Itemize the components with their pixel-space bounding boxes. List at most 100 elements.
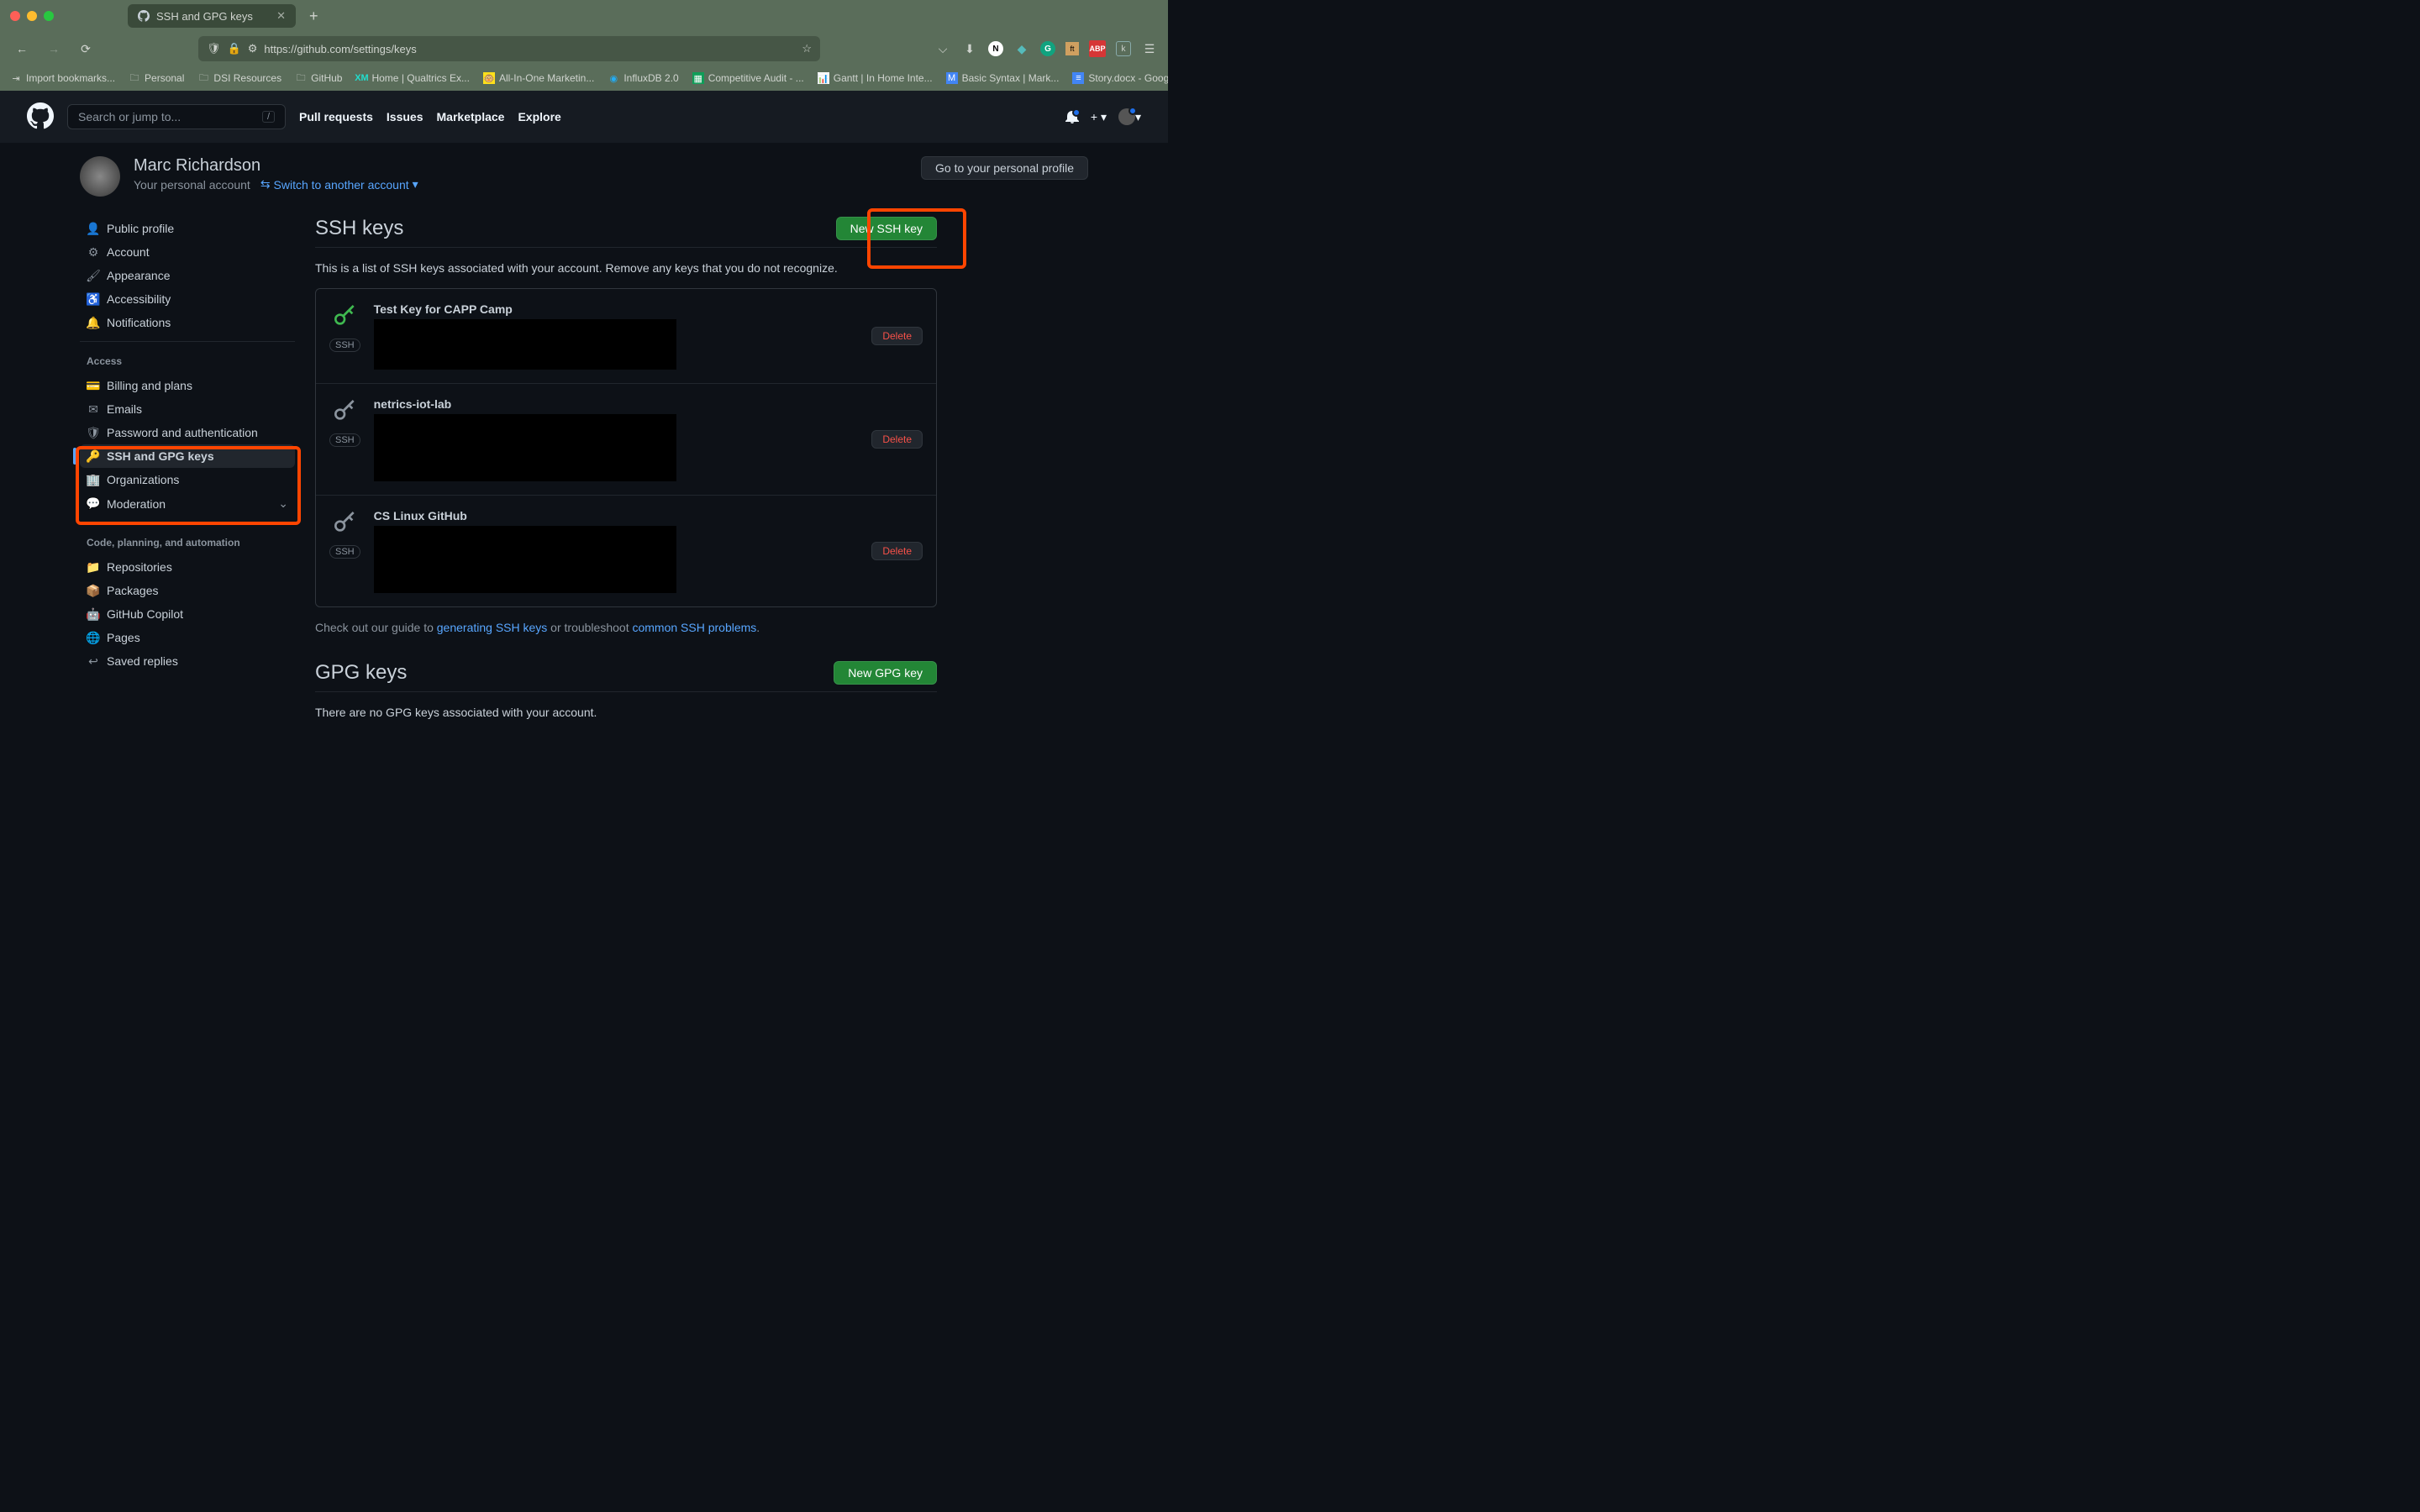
user-menu[interactable]: ▾ (1118, 108, 1141, 125)
generating-keys-link[interactable]: generating SSH keys (437, 621, 548, 634)
bookmarks-bar: ⇥Import bookmarks... 🗀Personal 🗀DSI Reso… (0, 66, 1168, 91)
downloads-icon[interactable]: ⬇ (961, 40, 978, 57)
notifications-icon[interactable] (1065, 110, 1079, 123)
appearance-icon: 🖌 (87, 269, 100, 282)
address-bar[interactable]: 🛡 🔒 ⚙ https://github.com/settings/keys ☆ (198, 36, 820, 61)
bookmark-item[interactable]: ≡Story.docx - Google... (1072, 72, 1168, 84)
bookmark-item[interactable]: MBasic Syntax | Mark... (946, 72, 1060, 84)
sidebar-item-organizations[interactable]: 🏢Organizations (80, 468, 295, 491)
sidebar-item-label: Appearance (107, 269, 171, 282)
key-name: CS Linux GitHub (374, 509, 859, 522)
key-type-badge: SSH (329, 545, 360, 559)
extension-n-icon[interactable]: N (988, 41, 1003, 56)
sidebar-item-billing-and-plans[interactable]: 💳Billing and plans (80, 374, 295, 397)
minimize-window-icon[interactable] (27, 11, 37, 21)
bookmark-item[interactable]: ▦Competitive Audit - ... (692, 72, 804, 84)
sidebar-item-public-profile[interactable]: 👤Public profile (80, 217, 295, 240)
back-button[interactable]: ← (10, 37, 34, 60)
sidebar-item-packages[interactable]: 📦Packages (80, 579, 295, 602)
delete-key-button[interactable]: Delete (871, 430, 923, 449)
sidebar-item-moderation[interactable]: 💬Moderation⌄ (80, 491, 295, 516)
bookmark-item[interactable]: ◉InfluxDB 2.0 (608, 72, 678, 84)
sidebar-item-label: Password and authentication (107, 426, 258, 439)
sidebar-item-ssh-and-gpg-keys[interactable]: 🔑SSH and GPG keys (80, 444, 295, 468)
browser-tab[interactable]: SSH and GPG keys ✕ (128, 4, 296, 28)
sidebar-item-label: Packages (107, 584, 158, 597)
sidebar-item-appearance[interactable]: 🖌 Appearance (80, 264, 295, 287)
new-gpg-key-button[interactable]: New GPG key (834, 661, 937, 685)
password-and-authentication-icon: 🛡 (87, 426, 100, 439)
common-problems-link[interactable]: common SSH problems (632, 621, 756, 634)
key-name: netrics-iot-lab (374, 397, 859, 411)
adblock-icon[interactable]: ABP (1089, 40, 1106, 57)
tab-close-icon[interactable]: ✕ (276, 9, 286, 23)
profile-avatar[interactable] (80, 156, 120, 197)
bookmark-item[interactable]: 📊Gantt | In Home Inte... (818, 72, 933, 84)
chevron-down-icon: ⌄ (278, 496, 288, 511)
window-controls[interactable] (10, 11, 54, 21)
ssh-key-row: SSHTest Key for CAPP CampDelete (316, 289, 936, 384)
sidebar-item-emails[interactable]: ✉Emails (80, 397, 295, 421)
bookmark-import[interactable]: ⇥Import bookmarks... (10, 72, 115, 84)
menu-icon[interactable]: ☰ (1141, 40, 1158, 57)
maximize-window-icon[interactable] (44, 11, 54, 21)
sidebar-heading-access: Access (80, 349, 295, 374)
permissions-icon[interactable]: ⚙ (248, 42, 258, 55)
ssh-description: This is a list of SSH keys associated wi… (315, 261, 937, 275)
sidebar-item-label: Billing and plans (107, 379, 192, 392)
github-logo[interactable] (27, 102, 54, 132)
delete-key-button[interactable]: Delete (871, 542, 923, 560)
pocket-icon[interactable]: ⌵ (934, 40, 951, 57)
extension-gem-icon[interactable]: ◆ (1013, 40, 1030, 57)
forward-button[interactable]: → (42, 37, 66, 60)
sidebar-item-password-and-authentication[interactable]: 🛡 Password and authentication (80, 421, 295, 444)
shield-icon[interactable]: 🛡 (207, 42, 221, 55)
profile-name: Marc Richardson (134, 156, 418, 176)
sidebar-item-label: Repositories (107, 560, 172, 574)
bookmark-folder[interactable]: 🗀Personal (129, 72, 184, 84)
reload-button[interactable]: ⟳ (74, 37, 97, 60)
account-icon[interactable]: k (1116, 41, 1131, 56)
goto-profile-button[interactable]: Go to your personal profile (921, 156, 1088, 180)
sidebar-item-repositories[interactable]: 📁Repositories (80, 555, 295, 579)
url-text: https://github.com/settings/keys (264, 43, 416, 55)
search-slash-hint: / (262, 111, 275, 123)
key-fingerprint-redacted (374, 414, 676, 481)
bookmark-item[interactable]: XMHome | Qualtrics Ex... (355, 72, 469, 84)
sidebar-item-label: Moderation (107, 497, 166, 511)
nav-marketplace[interactable]: Marketplace (437, 110, 505, 123)
bookmark-folder[interactable]: 🗀GitHub (295, 72, 342, 84)
bookmark-folder[interactable]: 🗀DSI Resources (197, 72, 281, 84)
delete-key-button[interactable]: Delete (871, 327, 923, 345)
bookmark-item[interactable]: 🐵All-In-One Marketin... (483, 72, 594, 84)
nav-pulls[interactable]: Pull requests (299, 110, 373, 123)
bookmark-star-icon[interactable]: ☆ (802, 42, 812, 55)
sidebar-item-pages[interactable]: 🌐Pages (80, 626, 295, 649)
saved-replies-icon: ↩ (87, 654, 100, 668)
accessibility-icon: ♿ (87, 292, 100, 306)
close-window-icon[interactable] (10, 11, 20, 21)
nav-explore[interactable]: Explore (518, 110, 560, 123)
create-new-icon[interactable]: + ▾ (1091, 110, 1107, 124)
sidebar-item-label: Organizations (107, 473, 179, 486)
github-copilot-icon: 🤖 (87, 607, 100, 621)
nav-issues[interactable]: Issues (387, 110, 424, 123)
extension-ft-icon[interactable]: ft (1065, 42, 1079, 55)
new-ssh-key-button[interactable]: New SSH key (836, 217, 937, 240)
search-input[interactable]: Search or jump to... / (67, 104, 286, 129)
new-tab-button[interactable]: + (302, 8, 325, 25)
switch-account-link[interactable]: ⇆ Switch to another account ▾ (260, 177, 418, 192)
sidebar-item-github-copilot[interactable]: 🤖GitHub Copilot (80, 602, 295, 626)
sidebar-item-account[interactable]: ⚙Account (80, 240, 295, 264)
sidebar-item-saved-replies[interactable]: ↩Saved replies (80, 649, 295, 673)
sidebar-item-notifications[interactable]: 🔔Notifications (80, 311, 295, 334)
sidebar-item-accessibility[interactable]: ♿Accessibility (80, 287, 295, 311)
lock-icon[interactable]: 🔒 (228, 42, 241, 55)
grammarly-icon[interactable]: G (1040, 41, 1055, 56)
key-icon (331, 509, 358, 538)
sidebar-item-label: Pages (107, 631, 140, 644)
emails-icon: ✉ (87, 402, 100, 416)
key-icon (331, 302, 358, 332)
key-fingerprint-redacted (374, 526, 676, 593)
sidebar-item-label: Public profile (107, 222, 174, 235)
